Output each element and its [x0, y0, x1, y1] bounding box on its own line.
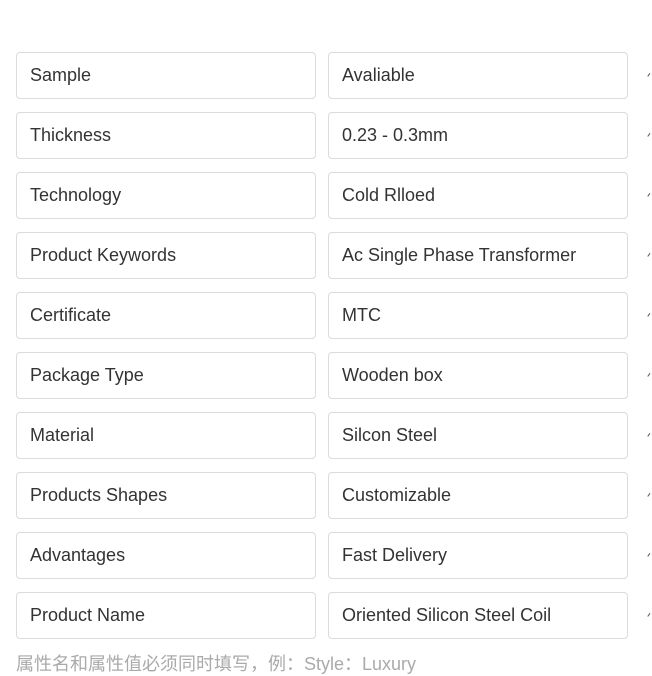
delete-row-icon[interactable] [647, 192, 652, 200]
attribute-row: Product Name Oriented Silicon Steel Coil [16, 592, 652, 639]
attribute-value-input[interactable]: Fast Delivery [328, 532, 628, 579]
attribute-name-input[interactable]: Certificate [16, 292, 316, 339]
attribute-value-input[interactable]: MTC [328, 292, 628, 339]
attribute-row: Technology Cold Rlloed [16, 172, 652, 219]
delete-row-icon[interactable] [647, 612, 652, 620]
attribute-value-input[interactable]: Wooden box [328, 352, 628, 399]
attribute-row: Material Silcon Steel [16, 412, 652, 459]
attribute-row: Advantages Fast Delivery [16, 532, 652, 579]
attribute-row: Package Type Wooden box [16, 352, 652, 399]
delete-row-icon[interactable] [647, 252, 652, 260]
attribute-value-input[interactable]: Avaliable [328, 52, 628, 99]
attribute-name-input[interactable]: Sample [16, 52, 316, 99]
attribute-row: Product Keywords Ac Single Phase Transfo… [16, 232, 652, 279]
attribute-name-input[interactable]: Products Shapes [16, 472, 316, 519]
attribute-name-input[interactable]: Material [16, 412, 316, 459]
attribute-row: Products Shapes Customizable [16, 472, 652, 519]
attribute-name-input[interactable]: Advantages [16, 532, 316, 579]
delete-row-icon[interactable] [647, 492, 652, 500]
attribute-value-input[interactable]: Ac Single Phase Transformer [328, 232, 628, 279]
delete-row-icon[interactable] [647, 312, 652, 320]
delete-row-icon[interactable] [647, 132, 652, 140]
attribute-row: Certificate MTC [16, 292, 652, 339]
hint-text: 属性名和属性值必须同时填写，例：Style：Luxury [16, 654, 417, 674]
attribute-name-input[interactable]: Product Name [16, 592, 316, 639]
delete-row-icon[interactable] [647, 372, 652, 380]
attribute-name-input[interactable]: Package Type [16, 352, 316, 399]
attribute-value-input[interactable]: Oriented Silicon Steel Coil [328, 592, 628, 639]
delete-row-icon[interactable] [647, 552, 652, 560]
attribute-value-input[interactable]: Customizable [328, 472, 628, 519]
attribute-name-input[interactable]: Thickness [16, 112, 316, 159]
attribute-value-input[interactable]: 0.23 - 0.3mm [328, 112, 628, 159]
attribute-name-input[interactable]: Technology [16, 172, 316, 219]
delete-row-icon[interactable] [647, 72, 652, 80]
attribute-name-input[interactable]: Product Keywords [16, 232, 316, 279]
delete-row-icon[interactable] [647, 432, 652, 440]
attribute-row: Thickness 0.23 - 0.3mm [16, 112, 652, 159]
attribute-value-input[interactable]: Cold Rlloed [328, 172, 628, 219]
attribute-value-input[interactable]: Silcon Steel [328, 412, 628, 459]
attribute-row: Sample Avaliable [16, 52, 652, 99]
